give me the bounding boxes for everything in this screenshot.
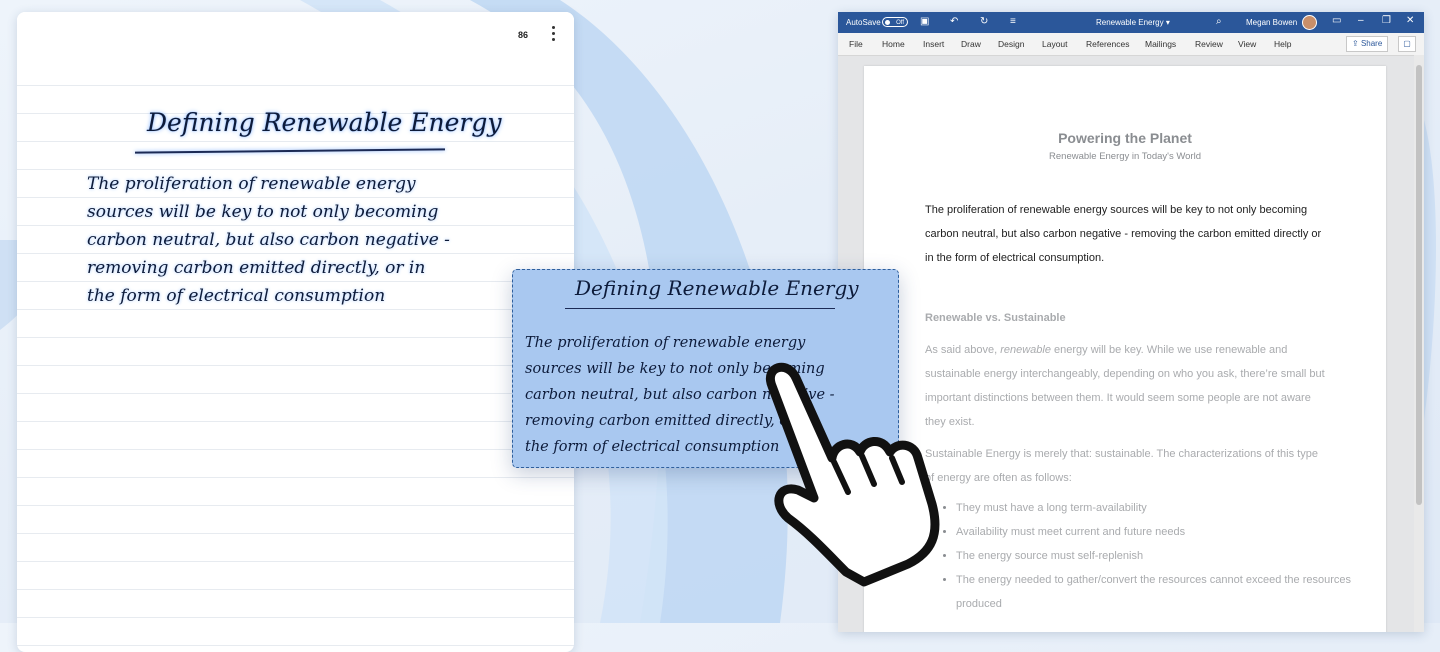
minimize-icon[interactable]: –: [1358, 15, 1364, 26]
redo-icon[interactable]: ↻: [980, 16, 988, 27]
autosave-label: AutoSave: [846, 18, 881, 27]
more-options-icon[interactable]: [548, 26, 558, 42]
user-name[interactable]: Megan Bowen: [1246, 18, 1297, 27]
note-panel[interactable]: 86 Defining Renewable Energy The prolife…: [17, 12, 574, 652]
menu-draw[interactable]: Draw: [961, 39, 981, 49]
document-name[interactable]: Renewable Energy ▾: [1096, 18, 1170, 27]
scroll-thumb[interactable]: [1416, 65, 1422, 505]
clip-line: The proliferation of renewable energy: [525, 335, 806, 351]
clip-title: Defining Renewable Energy: [575, 276, 859, 300]
save-icon[interactable]: ▣: [920, 16, 929, 27]
menu-references[interactable]: References: [1086, 39, 1129, 49]
para-text: energy will be key. While we use renewab…: [925, 344, 1325, 428]
note-header: 86: [17, 12, 574, 56]
menu-help[interactable]: Help: [1274, 39, 1291, 49]
section-heading: Renewable vs. Sustainable: [925, 312, 1066, 324]
menu-design[interactable]: Design: [998, 39, 1024, 49]
list-item: They must have a long term-availability: [956, 496, 1356, 520]
note-title-underline: [134, 148, 446, 154]
paragraph-renewable: As said above, renewable energy will be …: [925, 338, 1325, 434]
autosave-toggle[interactable]: Off: [882, 17, 908, 27]
note-body: The proliferation of renewable energy so…: [87, 170, 527, 310]
share-button[interactable]: ⇪ Share: [1346, 36, 1389, 52]
clip-title-underline: [565, 308, 835, 309]
document-subtitle: Renewable Energy in Today's World: [1049, 151, 1201, 162]
note-line: the form of electrical consumption: [87, 286, 386, 306]
list-item: Availability must meet current and futur…: [956, 520, 1356, 544]
menu-layout[interactable]: Layout: [1042, 39, 1068, 49]
menu-view[interactable]: View: [1238, 39, 1256, 49]
document-title: Powering the Planet: [1058, 130, 1192, 146]
customize-toolbar-icon[interactable]: ≡: [1010, 16, 1016, 27]
search-icon[interactable]: ⌕: [1216, 16, 1222, 27]
undo-icon[interactable]: ↶: [950, 16, 958, 27]
para-text: As said above,: [925, 344, 1001, 356]
comments-icon[interactable]: ▢: [1398, 36, 1416, 52]
note-line: removing carbon emitted directly, or in: [87, 258, 426, 278]
note-title: Defining Renewable Energy: [147, 108, 502, 137]
list-item: The energy needed to gather/convert the …: [956, 568, 1356, 616]
title-bar: AutoSave Off ▣ ↶ ↻ ≡ Renewable Energy ▾ …: [838, 12, 1424, 33]
share-label: Share: [1360, 39, 1383, 48]
close-icon[interactable]: ✕: [1406, 15, 1414, 26]
menu-bar: File Home Insert Draw Design Layout Refe…: [838, 33, 1424, 56]
hand-cursor-icon: [765, 362, 940, 587]
vertical-scrollbar[interactable]: [1414, 55, 1424, 632]
menu-review[interactable]: Review: [1195, 39, 1223, 49]
intro-paragraph: The proliferation of renewable energy so…: [925, 204, 1322, 264]
menu-mailings[interactable]: Mailings: [1145, 39, 1176, 49]
menu-file[interactable]: File: [849, 39, 863, 49]
para-emphasis: renewable: [1000, 344, 1051, 356]
note-line: The proliferation of renewable energy: [87, 174, 416, 194]
note-line: carbon neutral, but also carbon negative…: [87, 230, 450, 250]
page-number: 86: [517, 30, 528, 40]
paragraph-sustainable: Sustainable Energy is merely that: susta…: [925, 448, 1318, 484]
bullet-list: They must have a long term-availability …: [925, 496, 1356, 616]
menu-insert[interactable]: Insert: [923, 39, 944, 49]
note-line: sources will be key to not only becoming: [87, 202, 439, 222]
list-item: The energy source must self-replenish: [956, 544, 1356, 568]
ribbon-display-icon[interactable]: ▭: [1332, 15, 1341, 26]
menu-home[interactable]: Home: [882, 39, 905, 49]
restore-icon[interactable]: ❐: [1382, 15, 1391, 26]
avatar[interactable]: [1302, 15, 1317, 30]
